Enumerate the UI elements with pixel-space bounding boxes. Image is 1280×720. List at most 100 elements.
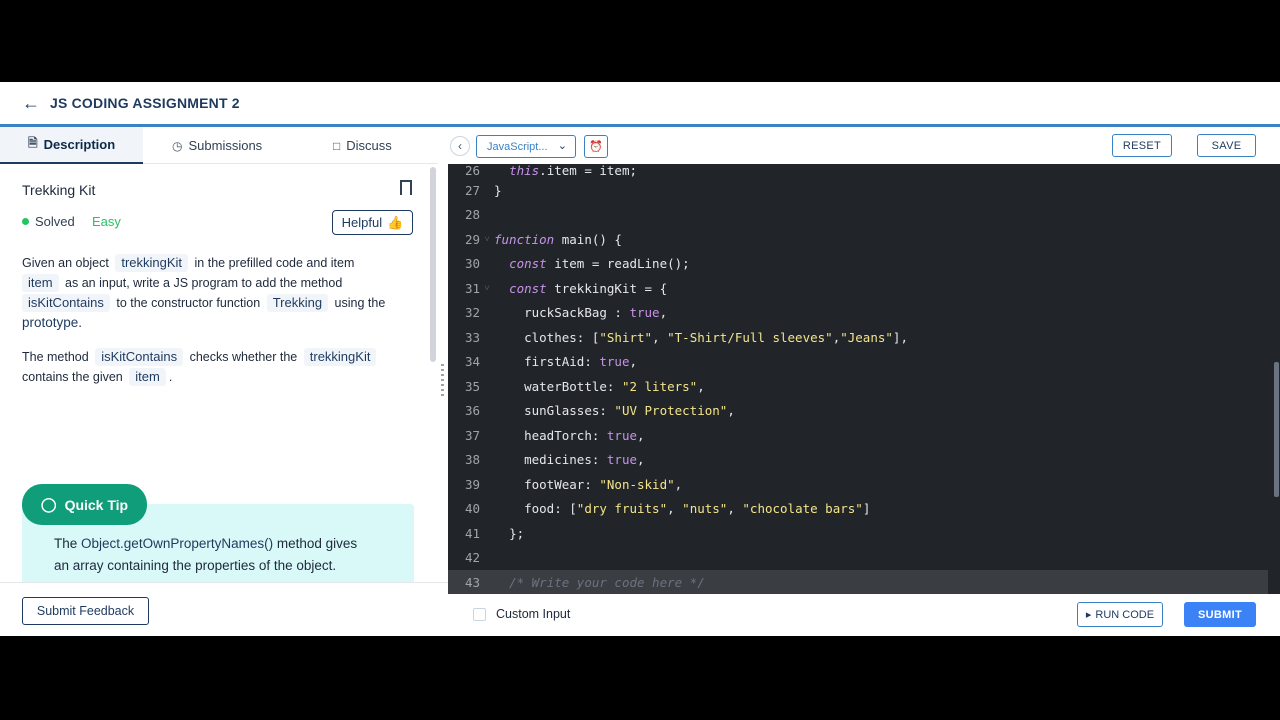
token: , bbox=[637, 451, 645, 467]
thumbs-up-icon: 👍 bbox=[387, 214, 404, 230]
tab-submissions[interactable]: ◷ Submissions bbox=[172, 127, 262, 164]
problem-paragraph-1: Given an object trekkingKit in the prefi… bbox=[22, 253, 417, 333]
clock-icon: ◷ bbox=[172, 138, 183, 153]
text: checks whether the bbox=[189, 350, 298, 364]
status-dot-icon bbox=[22, 218, 29, 225]
difficulty-label: Easy bbox=[92, 214, 121, 229]
alarm-clock-icon[interactable]: ⏰ bbox=[584, 135, 608, 158]
string: "dry fruits" bbox=[576, 500, 668, 516]
code-line: 41 }; bbox=[448, 521, 1268, 545]
line-number: 26 bbox=[464, 164, 480, 178]
bookmark-icon[interactable] bbox=[400, 180, 412, 196]
problem-title: Trekking Kit bbox=[22, 182, 96, 198]
text: as an input, write a JS program to add t… bbox=[65, 276, 343, 290]
text: contains the given bbox=[22, 370, 123, 384]
code-text: }; bbox=[494, 526, 524, 541]
quick-tip-button: ◯ Quick Tip bbox=[22, 484, 147, 525]
code-text: medicines: true, bbox=[494, 451, 645, 467]
token: , bbox=[637, 427, 645, 443]
code-text: const item = readLine(); bbox=[494, 256, 690, 271]
chevron-left-icon[interactable]: ‹ bbox=[450, 136, 470, 156]
tab-discuss[interactable]: □ Discuss bbox=[333, 127, 392, 164]
editor-scrollbar[interactable] bbox=[1274, 362, 1279, 497]
resize-handle[interactable] bbox=[441, 364, 444, 396]
boolean: true bbox=[599, 353, 630, 369]
token: footWear: bbox=[524, 476, 600, 492]
run-code-button[interactable]: ▸ RUN CODE bbox=[1077, 602, 1163, 627]
keyword: function bbox=[494, 231, 555, 247]
token: main() { bbox=[554, 231, 622, 247]
line-number: 33 bbox=[464, 329, 480, 345]
code-chip: isKitContains bbox=[22, 294, 110, 312]
code-line: 31 ˅ const trekkingKit = { bbox=[448, 276, 1268, 300]
code-text: this.item = item; bbox=[494, 164, 637, 178]
arrow-left-icon[interactable]: ← bbox=[22, 94, 40, 112]
code-text: const trekkingKit = { bbox=[494, 281, 667, 296]
code-line: 42 bbox=[448, 545, 1268, 569]
text: in the prefilled code and item bbox=[194, 256, 355, 270]
token: waterBottle: bbox=[524, 378, 622, 394]
lightbulb-icon: ◯ bbox=[40, 496, 57, 512]
fold-arrow-icon[interactable]: ˅ bbox=[480, 234, 494, 245]
code-line: 32 ruckSackBag : true, bbox=[448, 300, 1268, 324]
helpful-button[interactable]: Helpful 👍 bbox=[332, 210, 413, 235]
keyword: const bbox=[509, 280, 547, 296]
submit-feedback-button[interactable]: Submit Feedback bbox=[22, 597, 149, 625]
line-number: 29 bbox=[464, 231, 480, 247]
string: "T-Shirt/Full sleeves" bbox=[667, 329, 833, 345]
text: Given an object bbox=[22, 256, 109, 270]
token: headTorch: bbox=[524, 427, 607, 443]
save-button[interactable]: SAVE bbox=[1197, 134, 1256, 157]
token: , bbox=[667, 500, 683, 516]
code-text: headTorch: true, bbox=[494, 427, 645, 443]
token: }; bbox=[509, 525, 525, 541]
language-value: JavaScript... bbox=[487, 140, 548, 153]
code-editor[interactable]: 26 this.item = item; 27 } 28 29 ˅ functio… bbox=[448, 164, 1280, 594]
code-text: food: ["dry fruits", "nuts", "chocolate … bbox=[494, 501, 870, 516]
code-text: firstAid: true, bbox=[494, 354, 637, 369]
custom-input-label: Custom Input bbox=[496, 607, 571, 621]
token: ] bbox=[862, 500, 871, 516]
problem-paragraph-2: The method isKitContains checks whether … bbox=[22, 347, 417, 387]
tab-label: Discuss bbox=[346, 138, 392, 153]
fold-arrow-icon[interactable]: ˅ bbox=[480, 283, 494, 294]
keyword: const bbox=[509, 255, 547, 271]
code-text: waterBottle: "2 liters", bbox=[494, 379, 705, 394]
boolean: true bbox=[606, 451, 638, 467]
code-line: 39 footWear: "Non-skid", bbox=[448, 472, 1268, 496]
text: . bbox=[168, 370, 173, 384]
language-select[interactable]: JavaScript... ⌄ bbox=[476, 135, 576, 158]
document-icon: 🗎 bbox=[28, 136, 38, 150]
text: to the constructor function bbox=[116, 296, 261, 310]
line-number: 37 bbox=[464, 427, 480, 443]
code-text: footWear: "Non-skid", bbox=[494, 477, 682, 492]
left-footer: Submit Feedback bbox=[0, 582, 448, 636]
code-line: 36 sunGlasses: "UV Protection", bbox=[448, 398, 1268, 422]
reset-button[interactable]: RESET bbox=[1112, 134, 1172, 157]
editor-toolbar: ‹ JavaScript... ⌄ ⏰ RESET SAVE bbox=[448, 127, 1280, 164]
code-line: 37 headTorch: true, bbox=[448, 423, 1268, 447]
token: , bbox=[697, 378, 705, 394]
status-label: Solved bbox=[35, 214, 75, 229]
token: ], bbox=[892, 329, 908, 345]
string: "Non-skid" bbox=[599, 476, 675, 492]
submit-button[interactable]: SUBMIT bbox=[1184, 602, 1256, 627]
code-text: function main() { bbox=[494, 232, 622, 247]
custom-input-checkbox[interactable] bbox=[473, 608, 486, 621]
line-number: 28 bbox=[464, 206, 480, 222]
token: , bbox=[652, 329, 668, 345]
line-number: 41 bbox=[464, 525, 480, 541]
top-header: ← JS CODING ASSIGNMENT 2 bbox=[0, 82, 1280, 124]
left-scrollbar[interactable] bbox=[430, 167, 436, 362]
token: , bbox=[727, 402, 735, 418]
token: clothes: [ bbox=[524, 329, 600, 345]
code-line: 30 const item = readLine(); bbox=[448, 251, 1268, 275]
comment: /* Write your code here */ bbox=[509, 574, 705, 590]
method-name: Object.getOwnPropertyNames() bbox=[81, 536, 274, 551]
tab-description[interactable]: 🗎 Description bbox=[0, 127, 143, 164]
code-chip: Trekking bbox=[266, 294, 329, 312]
line-number: 43 bbox=[464, 574, 480, 590]
line-number: 27 bbox=[464, 182, 480, 198]
code-chip: item bbox=[129, 368, 166, 386]
status-badge: Solved bbox=[22, 214, 75, 229]
